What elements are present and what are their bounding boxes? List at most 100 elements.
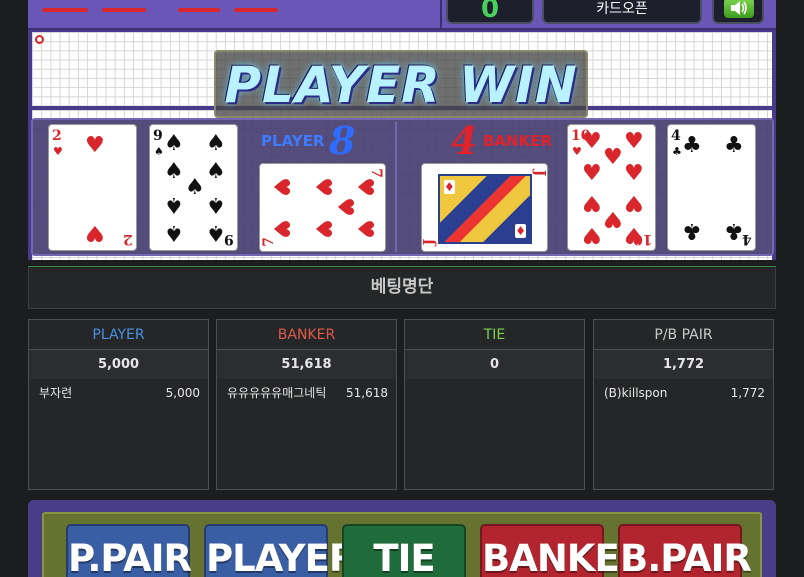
card-rank: J: [531, 169, 548, 177]
side-divider: [395, 122, 397, 252]
bettor-row: 부자련 5,000: [29, 379, 208, 408]
bet-amount: 51,618: [346, 386, 388, 400]
heart-icon: ♥: [624, 161, 644, 186]
bet-button-area: P.PAIR PLAYER TIE BANKER B.PAIR: [28, 500, 776, 577]
card-rank: J: [421, 238, 438, 246]
player-card-2: 9 ♠ ♠ ♠ ♠ ♠ ♠ ♠ ♠ ♠ ♠ 9: [149, 124, 238, 251]
speaker-icon: [731, 1, 747, 15]
spade-icon: ♠: [185, 175, 205, 200]
bettor-name: (B)killspon: [604, 386, 668, 400]
bet-column-tie: TIE 0: [404, 319, 585, 490]
card-rank: 7: [260, 237, 277, 247]
bet-indicator-line: [42, 8, 88, 12]
bet-amount: 1,772: [730, 386, 765, 400]
road-marker: [35, 35, 44, 44]
bet-column-total: 1,772: [594, 350, 773, 379]
round-counter: 0: [446, 0, 534, 24]
spade-icon: ♠: [164, 192, 184, 217]
bet-list-title: 베팅명단: [28, 266, 776, 309]
heart-icon: ♥: [267, 219, 293, 239]
card-rank: 4: [671, 128, 681, 144]
bet-column-p-b-pair: P/B PAIR 1,772 (B)killspon 1,772: [593, 319, 774, 490]
spade-icon: ♠: [206, 131, 226, 156]
bettor-name: 부자련: [39, 386, 73, 400]
club-icon: ♣: [672, 145, 682, 158]
bet-column-total: 0: [405, 350, 584, 379]
bet-indicator-line: [102, 8, 146, 12]
heart-icon: ♥: [572, 145, 582, 158]
banker-card-1: J ♦ ♦ J: [421, 163, 548, 252]
club-icon: ♣: [682, 218, 702, 243]
spade-icon: ♠: [206, 220, 226, 245]
diamond-icon: ♦: [515, 224, 526, 238]
spade-icon: ♠: [164, 220, 184, 245]
bet-button-p-pair[interactable]: P.PAIR: [66, 524, 192, 577]
spade-icon: ♠: [164, 159, 184, 184]
player-label: PLAYER: [261, 132, 325, 150]
banker-card-3: 4 ♣ ♣ ♣ ♣ ♣ 4: [667, 124, 756, 251]
spade-icon: ♠: [206, 159, 226, 184]
heart-icon: ♥: [351, 219, 377, 239]
bet-indicator-line: [178, 8, 220, 12]
bet-button-banker[interactable]: BANKER: [480, 524, 647, 577]
player-card-1: 2 ♥ ♥ ♥ 2: [48, 124, 137, 251]
player-score: 8: [329, 118, 356, 163]
card-rank: 4: [742, 231, 752, 247]
bet-button-player[interactable]: PLAYER: [204, 524, 357, 577]
card-open-label: 카드오픈: [542, 0, 702, 24]
heart-icon: ♥: [624, 129, 644, 154]
bettor-row: (B)killspon 1,772: [594, 379, 773, 408]
heart-icon: ♥: [582, 190, 602, 215]
banker-label: BANKER: [483, 132, 553, 150]
bet-column-total: 51,618: [217, 350, 396, 379]
heart-icon: ♥: [85, 133, 105, 158]
card-rank: 2: [52, 128, 62, 144]
heart-icon: ♥: [309, 177, 335, 197]
sound-button[interactable]: [712, 0, 764, 24]
bettor-row: 유유유유유매그네틱 51,618: [217, 379, 396, 408]
bet-column-total: 5,000: [29, 350, 208, 379]
bet-button-b-pair[interactable]: B.PAIR: [618, 524, 752, 577]
spade-icon: ♠: [164, 131, 184, 156]
top-bar: 0 카드오픈: [28, 0, 776, 30]
heart-icon: ♥: [351, 177, 377, 197]
divider: [440, 0, 442, 30]
bet-column-player: PLAYER 5,000 부자련 5,000: [28, 319, 209, 490]
heart-icon: ♥: [53, 145, 63, 158]
result-banner: PLAYER WIN: [214, 50, 588, 118]
player-card-3: 7 ♥ ♥ ♥ ♥ ♥ ♥ ♥ 7: [259, 163, 386, 252]
heart-icon: ♥: [331, 197, 357, 217]
heart-icon: ♥: [309, 219, 335, 239]
card-rank: 2: [123, 231, 133, 247]
heart-icon: ♥: [85, 220, 105, 245]
card-rank: 9: [224, 231, 234, 247]
bet-indicator-line: [234, 8, 278, 12]
heart-icon: ♥: [582, 222, 602, 247]
banker-score: 4: [451, 118, 478, 163]
card-rank: 9: [153, 128, 163, 144]
bet-amount: 5,000: [165, 386, 200, 400]
result-text: PLAYER WIN: [224, 56, 578, 114]
bet-column-header: BANKER: [217, 320, 396, 350]
banker-card-2: 10 ♥ ♥ ♥ ♥ ♥ ♥ ♥ ♥ ♥ ♥ ♥ 10: [567, 124, 656, 251]
heart-icon: ♥: [582, 129, 602, 154]
heart-icon: ♥: [582, 161, 602, 186]
jack-face-art: ♦ ♦: [438, 174, 532, 244]
bet-column-header: TIE: [405, 320, 584, 350]
bet-button-tray: P.PAIR PLAYER TIE BANKER B.PAIR: [42, 512, 762, 577]
club-icon: ♣: [724, 133, 744, 158]
baccarat-screen: 0 카드오픈 2 ♥ ♥ ♥ 2 9 ♠ ♠ ♠ ♠ ♠ ♠ ♠ ♠ ♠ ♠ 9…: [0, 0, 804, 577]
club-icon: ♣: [682, 133, 702, 158]
diamond-icon: ♦: [444, 180, 455, 194]
heart-icon: ♥: [603, 145, 623, 170]
bet-column-banker: BANKER 51,618 유유유유유매그네틱 51,618: [216, 319, 397, 490]
heart-icon: ♥: [603, 206, 623, 231]
heart-icon: ♥: [624, 190, 644, 215]
spade-icon: ♠: [206, 192, 226, 217]
heart-icon: ♥: [267, 177, 293, 197]
card-rank: 10: [632, 231, 652, 247]
bet-column-header: P/B PAIR: [594, 320, 773, 350]
bet-button-tie[interactable]: TIE: [342, 524, 466, 577]
bettor-name: 유유유유유매그네틱: [227, 386, 327, 400]
spade-icon: ♠: [154, 145, 164, 158]
